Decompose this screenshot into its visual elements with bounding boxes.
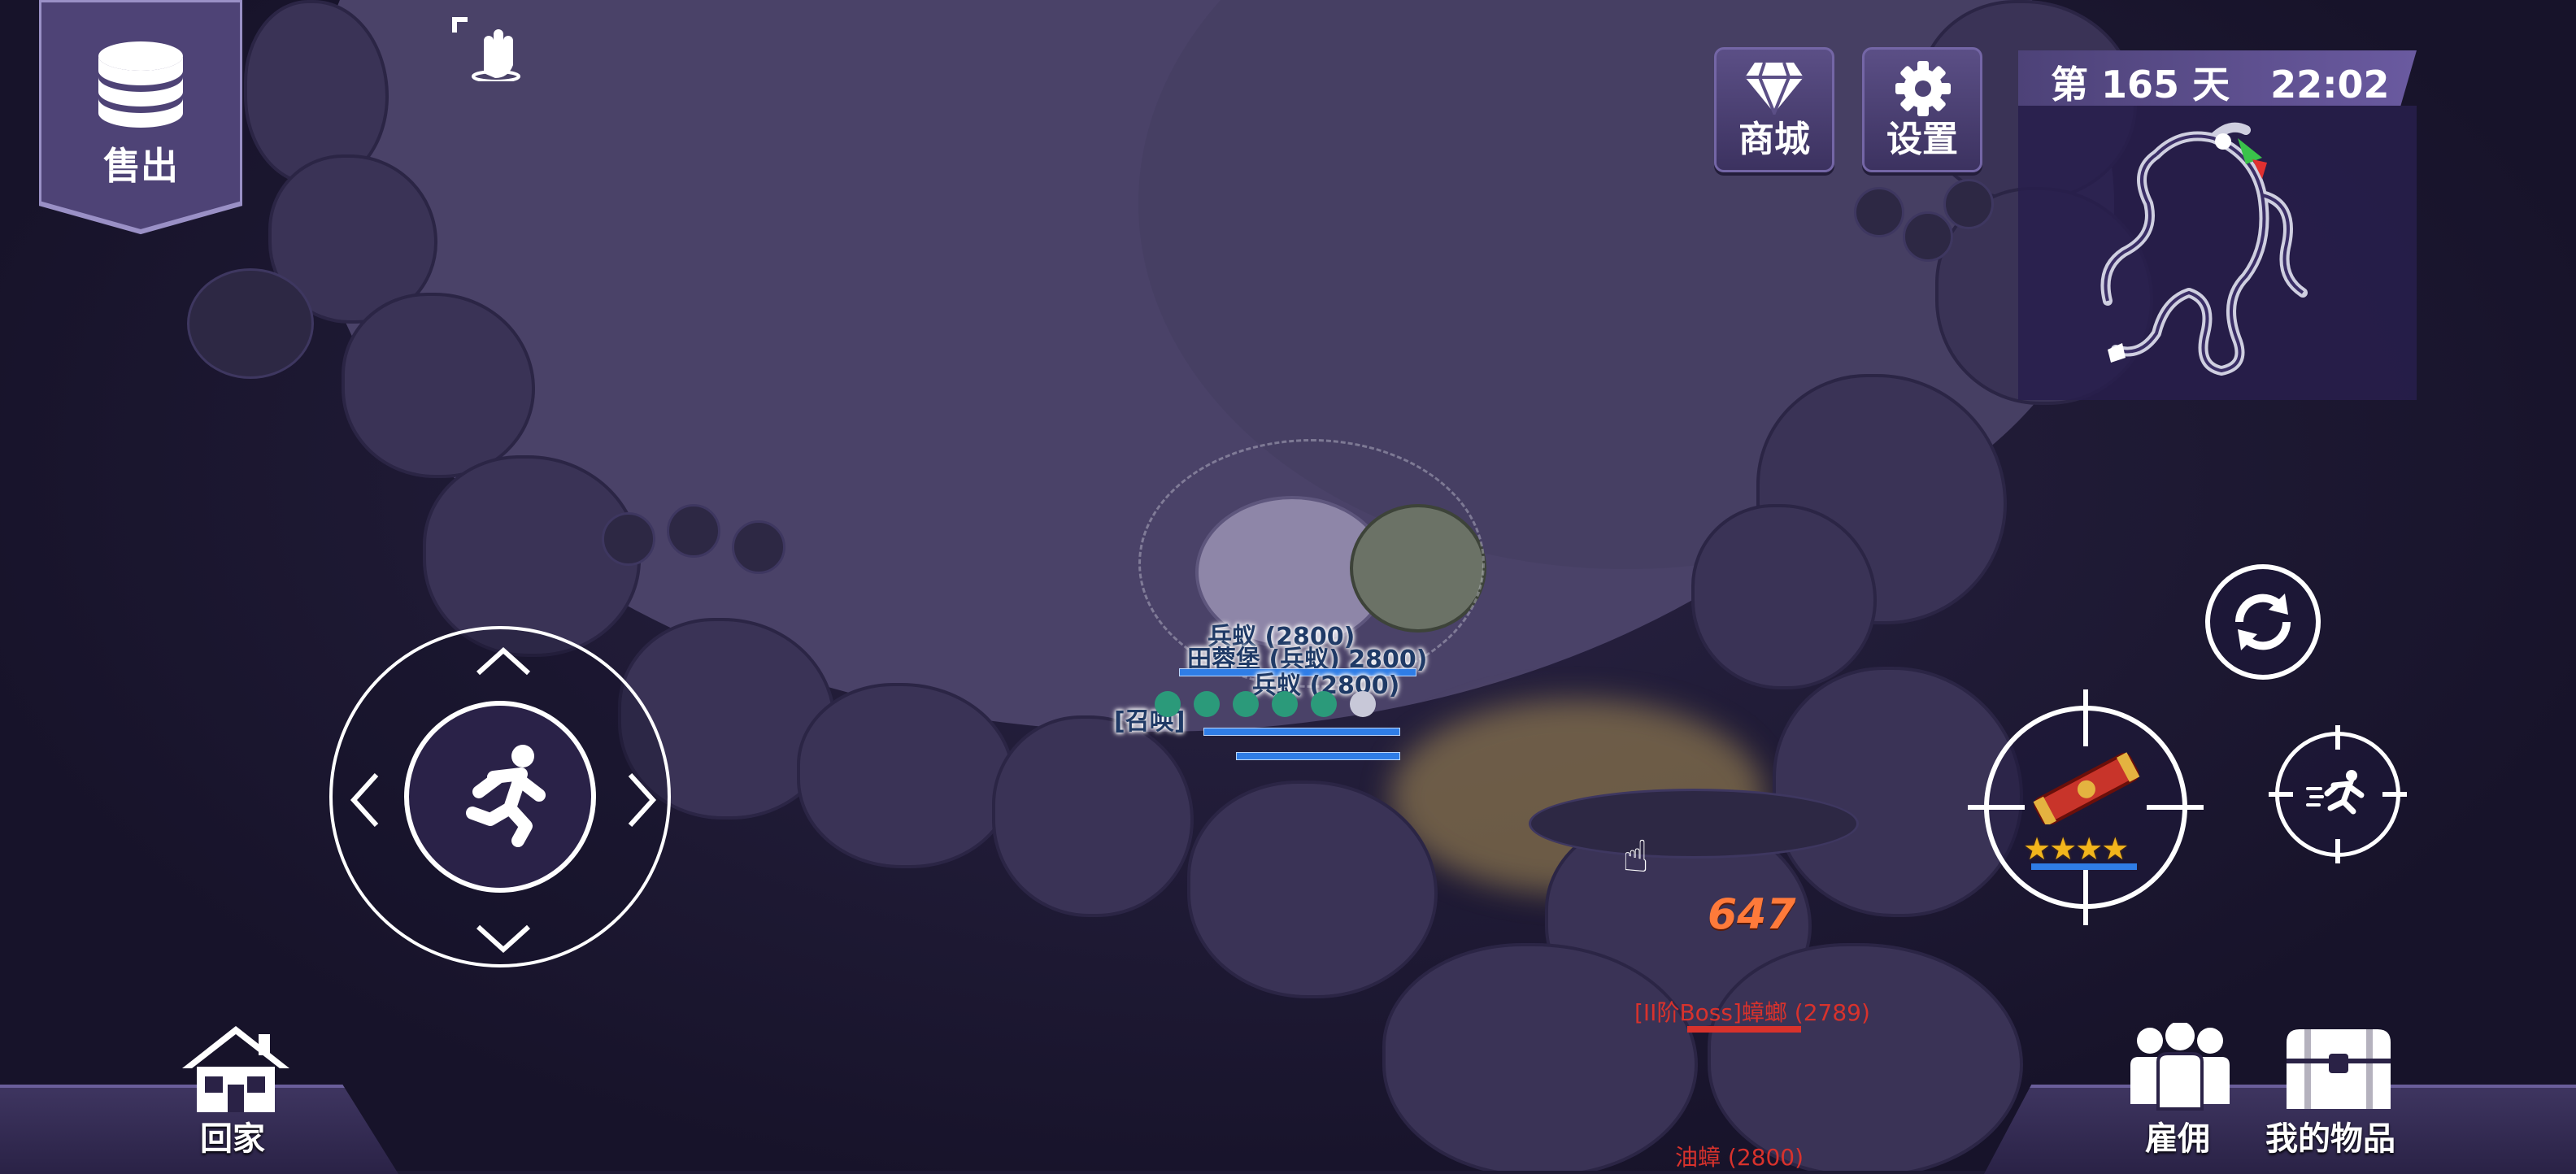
chevron-right-icon [628, 772, 657, 828]
my-items-label: 我的物品 [2265, 1120, 2395, 1158]
pebble [1854, 187, 1904, 237]
refresh-icon [2234, 594, 2291, 650]
weapon-cooldown-bar [2031, 863, 2137, 870]
my-items-button[interactable]: 我的物品 [2265, 1023, 2420, 1166]
shop-label: 商城 [1738, 119, 1810, 160]
rock [1691, 504, 1877, 689]
weapon-stars: ★★★★ [2023, 831, 2129, 867]
hire-button[interactable]: 雇佣 [2114, 1023, 2244, 1166]
running-man-icon [466, 745, 546, 847]
minimap-path [2100, 122, 2308, 376]
boss-hp-bar [1687, 1026, 1801, 1033]
attack-button[interactable]: ★★★★ [1968, 689, 2204, 925]
firecracker-icon [2033, 752, 2140, 824]
status-icon-row [1155, 688, 1423, 720]
crosshair-bottom [2083, 868, 2088, 925]
buff-icon [1194, 691, 1220, 717]
rock [797, 683, 1015, 868]
pebble [732, 520, 785, 574]
buff-icon [1155, 691, 1181, 717]
chevron-up-icon [476, 646, 531, 676]
diamond-icon [1745, 62, 1804, 115]
hand-pointer-icon: ☝ [1622, 831, 1649, 882]
crosshair-top [2083, 689, 2088, 746]
leaf-bush [187, 268, 314, 379]
damage-number: 647 [1708, 890, 1796, 939]
boss-label: [II阶Boss]蟑螂 (2789) [1634, 999, 1870, 1026]
switch-weapon-button[interactable] [2205, 564, 2321, 680]
buff-icon [1311, 691, 1337, 717]
buff-icon [1233, 691, 1259, 717]
dash-button[interactable] [2269, 725, 2407, 863]
day-number: 165 [2101, 63, 2180, 107]
bottom-enemy-label: 油蟑 (2800) [1675, 1144, 1804, 1171]
sell-label: 售出 [103, 144, 178, 188]
minimap[interactable] [2018, 106, 2417, 400]
dash-tick-right [2382, 792, 2407, 797]
chevron-left-icon [350, 772, 379, 828]
chevron-down-icon [476, 924, 531, 954]
buff-icon [1350, 691, 1376, 717]
pebble [1943, 179, 1994, 229]
settings-label: 设置 [1886, 119, 1958, 160]
dash-tick-top [2335, 725, 2340, 750]
home-button[interactable]: 回家 [171, 1023, 301, 1166]
day-suffix: 天 [2192, 63, 2230, 107]
buff-icon [1272, 691, 1298, 717]
hire-label: 雇佣 [2145, 1120, 2210, 1158]
pebble [667, 504, 720, 558]
home-label: 回家 [200, 1120, 265, 1158]
pebble [1903, 211, 1953, 262]
leaf-bush [1529, 789, 1859, 859]
hp-bar [1236, 752, 1400, 760]
rock [342, 293, 535, 478]
clock: 22:02 [2270, 63, 2390, 107]
house-icon [182, 1026, 289, 1112]
settings-button[interactable]: 设置 [1862, 47, 1982, 172]
dash-tick-left [2269, 792, 2293, 797]
hp-bar [1203, 728, 1400, 736]
treasure-chest-icon [2287, 1029, 2391, 1109]
crosshair-right [2147, 805, 2204, 810]
sell-button[interactable]: 售出 [39, 0, 242, 236]
pebble [602, 512, 655, 566]
gesture-icon[interactable] [451, 16, 524, 81]
group-people-icon [2130, 1023, 2230, 1111]
shop-button[interactable]: 商城 [1714, 47, 1834, 172]
day-prefix: 第 [2051, 63, 2088, 107]
day-time-banner: 第 165 天 22:02 [2018, 50, 2417, 106]
dash-tick-bottom [2335, 839, 2340, 863]
sprint-icon [2306, 770, 2365, 815]
joystick-knob[interactable] [404, 701, 596, 893]
day-counter: 第 165 天 22:02 [2051, 55, 2390, 107]
movement-joystick[interactable] [329, 626, 671, 967]
coins-icon [98, 41, 183, 128]
